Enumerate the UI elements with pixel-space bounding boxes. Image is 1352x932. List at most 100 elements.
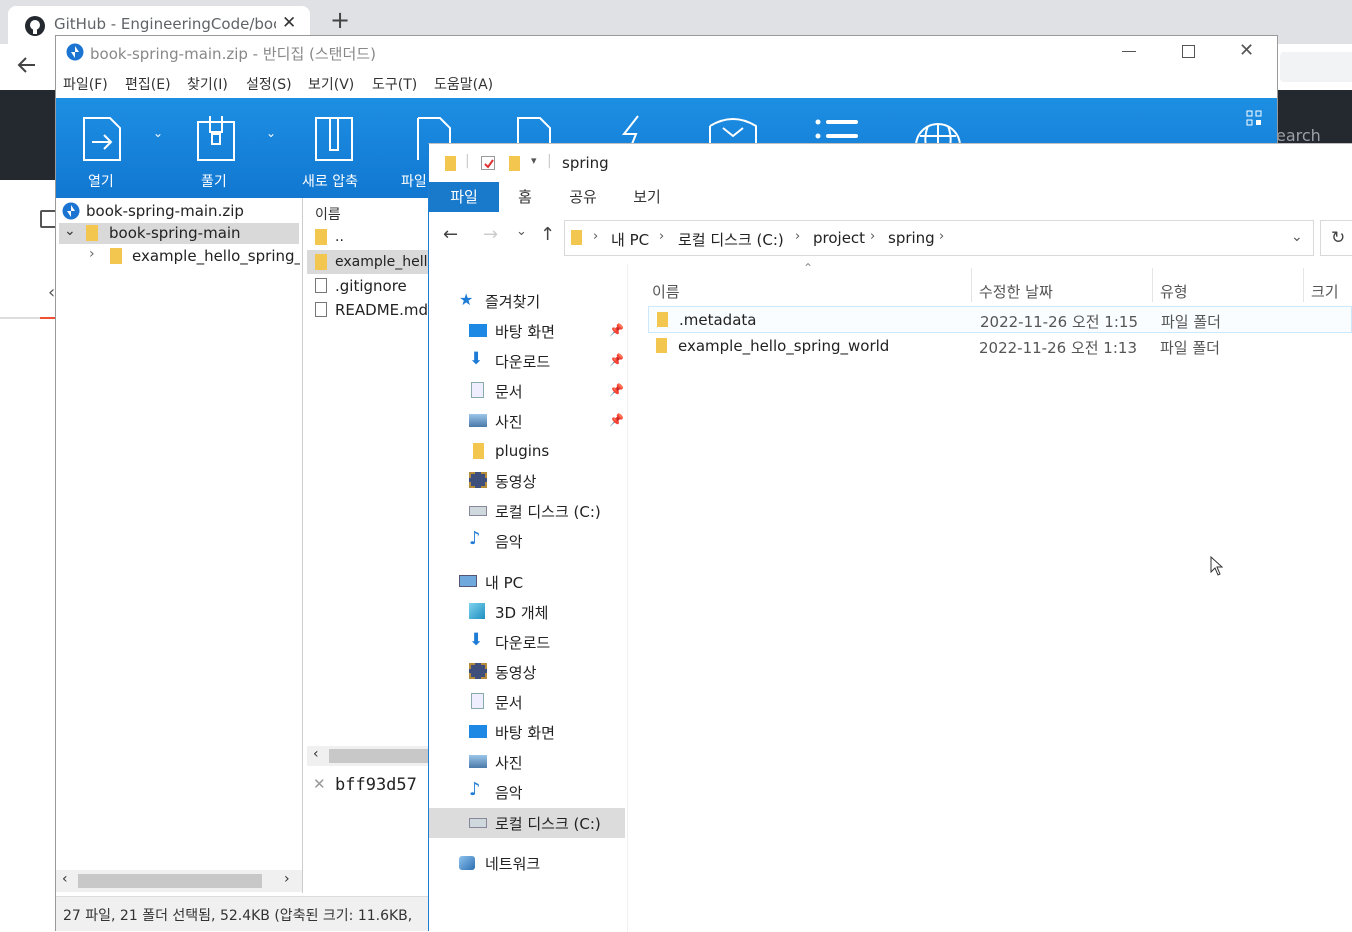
nav-item-desktop[interactable]: 바탕 화면 📌 (429, 316, 627, 346)
column-divider[interactable] (971, 268, 972, 302)
menu-help[interactable]: 도움말(A) (434, 74, 493, 94)
customize-qat-icon[interactable]: ▾ (531, 154, 537, 167)
breadcrumb-chevron-icon[interactable]: › (870, 229, 875, 244)
open-dropdown-icon[interactable]: ⌄ (153, 126, 163, 140)
scroll-right-icon[interactable]: › (284, 871, 290, 887)
pin-icon[interactable]: 📌 (609, 353, 624, 367)
menu-settings[interactable]: 설정(S) (246, 74, 292, 94)
breadcrumb-spring[interactable]: spring (888, 229, 935, 247)
nav-item-plugins[interactable]: plugins (429, 437, 627, 467)
tree-root-label[interactable]: book-spring-main.zip (86, 202, 244, 220)
breadcrumb-local-disk[interactable]: 로컬 디스크 (C:) (678, 229, 784, 250)
address-bar-edge[interactable] (1280, 52, 1352, 82)
refresh-button[interactable]: ↻ (1320, 220, 1352, 256)
extract-icon[interactable] (194, 114, 238, 162)
nav-item-pc-music[interactable]: ♪ 음악 (429, 777, 627, 807)
column-divider[interactable] (1152, 268, 1153, 302)
tab-view[interactable]: 보기 (627, 182, 667, 212)
open-button[interactable]: 열기 (88, 171, 114, 191)
pin-icon[interactable]: 📌 (609, 383, 624, 397)
tree-horizontal-scrollbar[interactable]: ‹ › (56, 870, 302, 892)
nav-up-icon[interactable]: ↑ (540, 224, 555, 245)
breadcrumb-chevron-icon[interactable]: › (659, 229, 664, 244)
list-item[interactable]: .gitignore (335, 277, 407, 295)
close-button[interactable]: ✕ (1239, 40, 1254, 61)
column-divider[interactable] (1303, 268, 1304, 302)
delete-file-icon[interactable] (514, 114, 554, 144)
nav-back-icon[interactable]: ← (443, 224, 458, 245)
breadcrumb-chevron-icon[interactable]: › (795, 229, 800, 244)
nav-this-pc[interactable]: 내 PC (429, 567, 627, 597)
nav-item-music[interactable]: ♪ 음악 (429, 526, 627, 556)
nav-item-pc-documents[interactable]: 문서 (429, 687, 627, 717)
nav-item-documents[interactable]: 문서 📌 (429, 376, 627, 406)
tab-share[interactable]: 공유 (563, 182, 603, 212)
nav-forward-icon[interactable]: → (483, 224, 498, 245)
menu-tools[interactable]: 도구(T) (372, 74, 417, 94)
globe-icon[interactable] (914, 116, 962, 146)
column-header-type[interactable]: 유형 (1160, 281, 1188, 302)
nav-item-pc-downloads[interactable]: ⬇ 다운로드 (429, 627, 627, 657)
breadcrumb-chevron-icon[interactable]: › (939, 229, 944, 244)
tree-collapse-icon[interactable]: ⌄ (64, 223, 76, 239)
maximize-button[interactable] (1182, 45, 1195, 58)
list-item[interactable]: .. (335, 229, 344, 245)
file-row[interactable]: .metadata 2022-11-26 오전 1:15 파일 폴더 (648, 306, 1352, 333)
properties-icon[interactable] (481, 156, 495, 170)
tab-close-icon[interactable]: ✕ (282, 13, 296, 33)
file-row[interactable]: example_hello_spring_world 2022-11-26 오전… (648, 333, 1352, 360)
address-bar[interactable]: › 내 PC › 로컬 디스크 (C:) › project › spring … (564, 220, 1314, 256)
tree-child-label[interactable]: example_hello_spring_wo (132, 247, 300, 265)
close-icon[interactable]: ✕ (313, 775, 326, 793)
back-arrow-icon[interactable] (16, 54, 38, 76)
list-horizontal-scrollbar[interactable]: ‹ (307, 746, 429, 766)
column-header-name[interactable]: 이름 (652, 281, 680, 302)
list-item[interactable]: example_hello (335, 254, 429, 270)
menu-find[interactable]: 찾기(I) (187, 74, 228, 94)
scrollbar-thumb[interactable] (329, 749, 429, 763)
minimize-button[interactable] (1122, 51, 1136, 52)
breadcrumb-chevron-icon[interactable]: › (593, 229, 598, 244)
layout-grid-icon[interactable] (1246, 110, 1262, 126)
scroll-left-icon[interactable]: ‹ (62, 871, 68, 887)
refresh-icon[interactable]: ↻ (1331, 228, 1345, 248)
list-icon[interactable] (814, 118, 860, 142)
nav-item-pc-local-disk[interactable]: 로컬 디스크 (C:) (429, 808, 625, 838)
extract-button[interactable]: 풀기 (201, 171, 227, 191)
new-tab-button[interactable]: + (330, 6, 350, 34)
nav-item-downloads[interactable]: ⬇ 다운로드 📌 (429, 346, 627, 376)
pin-icon[interactable]: 📌 (609, 413, 624, 427)
tab-home[interactable]: 홈 (507, 182, 543, 212)
breadcrumb-this-pc[interactable]: 내 PC (611, 229, 649, 250)
open-icon[interactable] (80, 116, 124, 162)
nav-quick-access[interactable]: ★ 즐겨찾기 (429, 286, 627, 316)
file-button[interactable]: 파일 (401, 171, 427, 191)
nav-item-3d-objects[interactable]: 3D 개체 (429, 597, 627, 627)
shield-icon[interactable] (706, 116, 760, 144)
nav-item-pc-videos[interactable]: 동영상 (429, 657, 627, 687)
new-archive-button[interactable]: 새로 압축 (302, 171, 358, 191)
new-archive-icon[interactable] (312, 114, 356, 162)
new-folder-icon[interactable] (509, 156, 520, 171)
scroll-left-icon[interactable]: ‹ (313, 746, 319, 762)
recent-locations-icon[interactable]: ⌄ (516, 224, 527, 239)
nav-network[interactable]: 네트워크 (429, 848, 627, 878)
column-header-size[interactable]: 크기 (1311, 281, 1339, 302)
tab-file[interactable]: 파일 (429, 182, 499, 212)
list-item[interactable]: README.md (335, 301, 428, 319)
tree-expand-icon[interactable]: › (89, 246, 95, 262)
tree-folder-label[interactable]: book-spring-main (109, 224, 241, 242)
nav-item-pc-pictures[interactable]: 사진 (429, 747, 627, 777)
menu-view[interactable]: 보기(V) (308, 74, 354, 94)
nav-item-pc-desktop[interactable]: 바탕 화면 (429, 717, 627, 747)
breadcrumb-project[interactable]: project (813, 229, 865, 247)
list-header-name[interactable]: 이름 (315, 204, 341, 224)
scrollbar-thumb[interactable] (78, 874, 262, 888)
menu-edit[interactable]: 편집(E) (125, 74, 171, 94)
nav-item-pictures[interactable]: 사진 📌 (429, 406, 627, 436)
nav-item-videos[interactable]: 동영상 (429, 466, 627, 496)
menu-file[interactable]: 파일(F) (63, 74, 108, 94)
address-dropdown-icon[interactable]: ⌄ (1291, 229, 1303, 245)
column-header-date[interactable]: 수정한 날짜 (979, 281, 1053, 302)
extract-dropdown-icon[interactable]: ⌄ (266, 126, 276, 140)
